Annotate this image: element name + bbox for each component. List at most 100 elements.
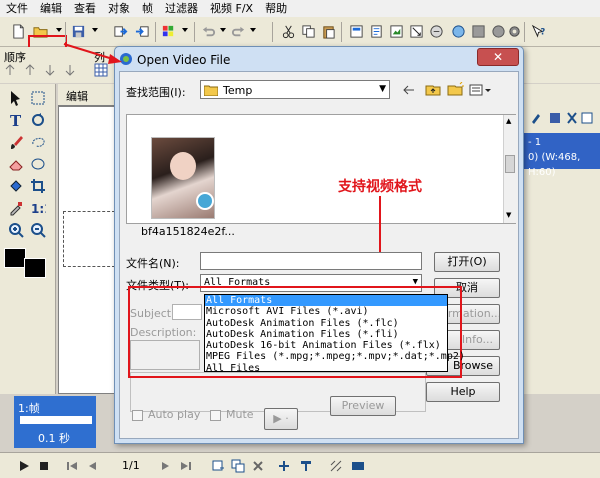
eraser-tool-icon[interactable]	[6, 154, 26, 174]
nav-toolbar-icons[interactable]	[402, 82, 494, 98]
paste-icon[interactable]	[320, 23, 337, 40]
resize-icon[interactable]	[408, 23, 425, 40]
crop-tool-icon[interactable]	[28, 176, 48, 196]
import-icon[interactable]	[112, 23, 129, 40]
svg-text:T: T	[10, 112, 22, 128]
menu-file[interactable]: 文件	[0, 0, 34, 17]
frame-thumbnail[interactable]: 1:帧 0.1 秒	[14, 396, 96, 448]
page-indicator: 1/1	[122, 459, 140, 472]
banner-text-icon[interactable]	[298, 458, 314, 474]
animation-icon[interactable]	[350, 458, 366, 474]
prev-frame-icon[interactable]	[84, 458, 100, 474]
settings-icon[interactable]	[506, 23, 523, 40]
save-disk-icon[interactable]	[70, 23, 87, 40]
canvas[interactable]	[58, 106, 118, 394]
file-list-scrollbar[interactable]: ▲ ▼	[503, 115, 516, 223]
last-frame-icon[interactable]	[178, 458, 194, 474]
file-list-view[interactable]: bf4a151824e2f... ▲ ▼	[126, 114, 516, 238]
rotate-tool-icon[interactable]	[28, 110, 48, 130]
document-icon[interactable]	[368, 23, 385, 40]
duplicate-frame-icon[interactable]	[230, 458, 246, 474]
scroll-down-icon[interactable]: ▼	[506, 211, 511, 219]
select-rect-icon[interactable]	[28, 88, 48, 108]
frame-props-icon[interactable]	[348, 23, 365, 40]
file-type-option[interactable]: AutoDesk Animation Files (*.flc)	[205, 318, 447, 329]
preview-ie-icon[interactable]	[450, 23, 467, 40]
optimize-icon[interactable]	[490, 23, 507, 40]
autoplay-checkbox[interactable]	[132, 410, 143, 421]
file-thumbnail[interactable]	[151, 137, 215, 219]
menu-frame[interactable]: 帧	[136, 0, 159, 17]
undo-icon[interactable]	[200, 23, 217, 40]
file-type-option[interactable]: MPEG Files (*.mpg;*.mpeg;*.mpv;*.dat;*.m…	[205, 351, 465, 362]
playback-bar: 1/1	[0, 452, 600, 478]
file-type-option[interactable]: AutoDesk Animation Files (*.fli)	[205, 329, 447, 340]
fill-bucket-icon[interactable]	[6, 176, 26, 196]
cut-scissors-icon[interactable]	[280, 23, 297, 40]
file-type-option[interactable]: Microsoft AVI Files (*.avi)	[205, 306, 447, 317]
menu-object[interactable]: 对象	[102, 0, 136, 17]
file-type-option[interactable]: AutoDesk 16-bit Animation Files (*.flx)	[205, 340, 447, 351]
undo-dropdown-icon[interactable]	[220, 28, 226, 32]
color-palette-icon[interactable]	[160, 23, 177, 40]
play-preview-button[interactable]: ▶ ·	[264, 408, 298, 430]
wizard-icon[interactable]	[428, 23, 445, 40]
lasso-tool-icon[interactable]	[28, 132, 48, 152]
first-frame-icon[interactable]	[64, 458, 80, 474]
look-in-select[interactable]: Temp ▼	[200, 80, 390, 99]
tween-icon[interactable]	[276, 458, 292, 474]
preview-browser-icon[interactable]	[470, 23, 487, 40]
color-dropdown-icon[interactable]	[182, 28, 188, 32]
file-type-option[interactable]: All Files	[205, 363, 447, 374]
eyedropper-tool-icon[interactable]	[6, 198, 26, 218]
file-type-option[interactable]: All Formats	[205, 295, 447, 307]
file-name-input[interactable]	[200, 252, 422, 270]
copy-icon[interactable]	[300, 23, 317, 40]
scroll-up-icon[interactable]: ▲	[506, 117, 511, 125]
new-file-icon[interactable]	[10, 23, 27, 40]
scrollbar-thumb[interactable]	[505, 155, 515, 173]
zoom-out-icon[interactable]	[28, 220, 48, 240]
dialog-title: Open Video File	[137, 53, 231, 67]
menu-video-fx[interactable]: 视频 F/X	[204, 0, 259, 17]
open-button[interactable]: 打开(O)	[434, 252, 500, 272]
text-tool-icon[interactable]: T	[6, 110, 26, 130]
object-tools-icon[interactable]	[530, 110, 594, 126]
redo-dropdown-icon[interactable]	[250, 28, 256, 32]
preview-button[interactable]: Preview	[330, 396, 396, 416]
canvas-selection	[63, 211, 115, 267]
zoom-in-icon[interactable]	[6, 220, 26, 240]
open-dropdown-icon[interactable]	[56, 28, 62, 32]
menu-help[interactable]: 帮助	[259, 0, 293, 17]
actual-size-icon[interactable]: 1:1	[28, 198, 48, 218]
ellipse-select-icon[interactable]	[28, 154, 48, 174]
close-button[interactable]: ✕	[477, 48, 519, 66]
mute-label: Mute	[226, 408, 254, 421]
open-video-dialog: Open Video File ✕ 查找范围(I): Temp ▼ bf4a15…	[114, 46, 524, 444]
context-help-icon[interactable]: ?	[530, 23, 547, 40]
play-icon[interactable]	[16, 458, 32, 474]
add-frame-icon[interactable]	[210, 458, 226, 474]
stop-icon[interactable]	[36, 458, 52, 474]
pointer-tool-icon[interactable]	[6, 88, 26, 108]
file-name[interactable]: bf4a151824e2f...	[141, 225, 235, 238]
menu-edit[interactable]: 编辑	[34, 0, 68, 17]
redo-icon[interactable]	[230, 23, 247, 40]
menu-view[interactable]: 查看	[68, 0, 102, 17]
menu-filter[interactable]: 过滤器	[159, 0, 204, 17]
transition-icon[interactable]	[328, 458, 344, 474]
mute-checkbox[interactable]	[210, 410, 221, 421]
save-dropdown-icon[interactable]	[92, 28, 98, 32]
next-frame-icon[interactable]	[158, 458, 174, 474]
help-button[interactable]: Help	[426, 382, 500, 402]
toolbar-separator	[272, 22, 273, 42]
foreground-color-swatch[interactable]	[4, 248, 26, 268]
export-icon[interactable]	[134, 23, 151, 40]
export-image-icon[interactable]	[388, 23, 405, 40]
brush-tool-icon[interactable]	[6, 132, 26, 152]
file-type-dropdown-list[interactable]: All Formats Microsoft AVI Files (*.avi) …	[204, 294, 465, 374]
object-list-item[interactable]: - 1 0) (W:468, H:60)	[524, 133, 600, 178]
tab-edit[interactable]: 编辑	[66, 88, 88, 104]
background-color-swatch[interactable]	[24, 258, 46, 278]
delete-frame-icon[interactable]	[250, 458, 266, 474]
